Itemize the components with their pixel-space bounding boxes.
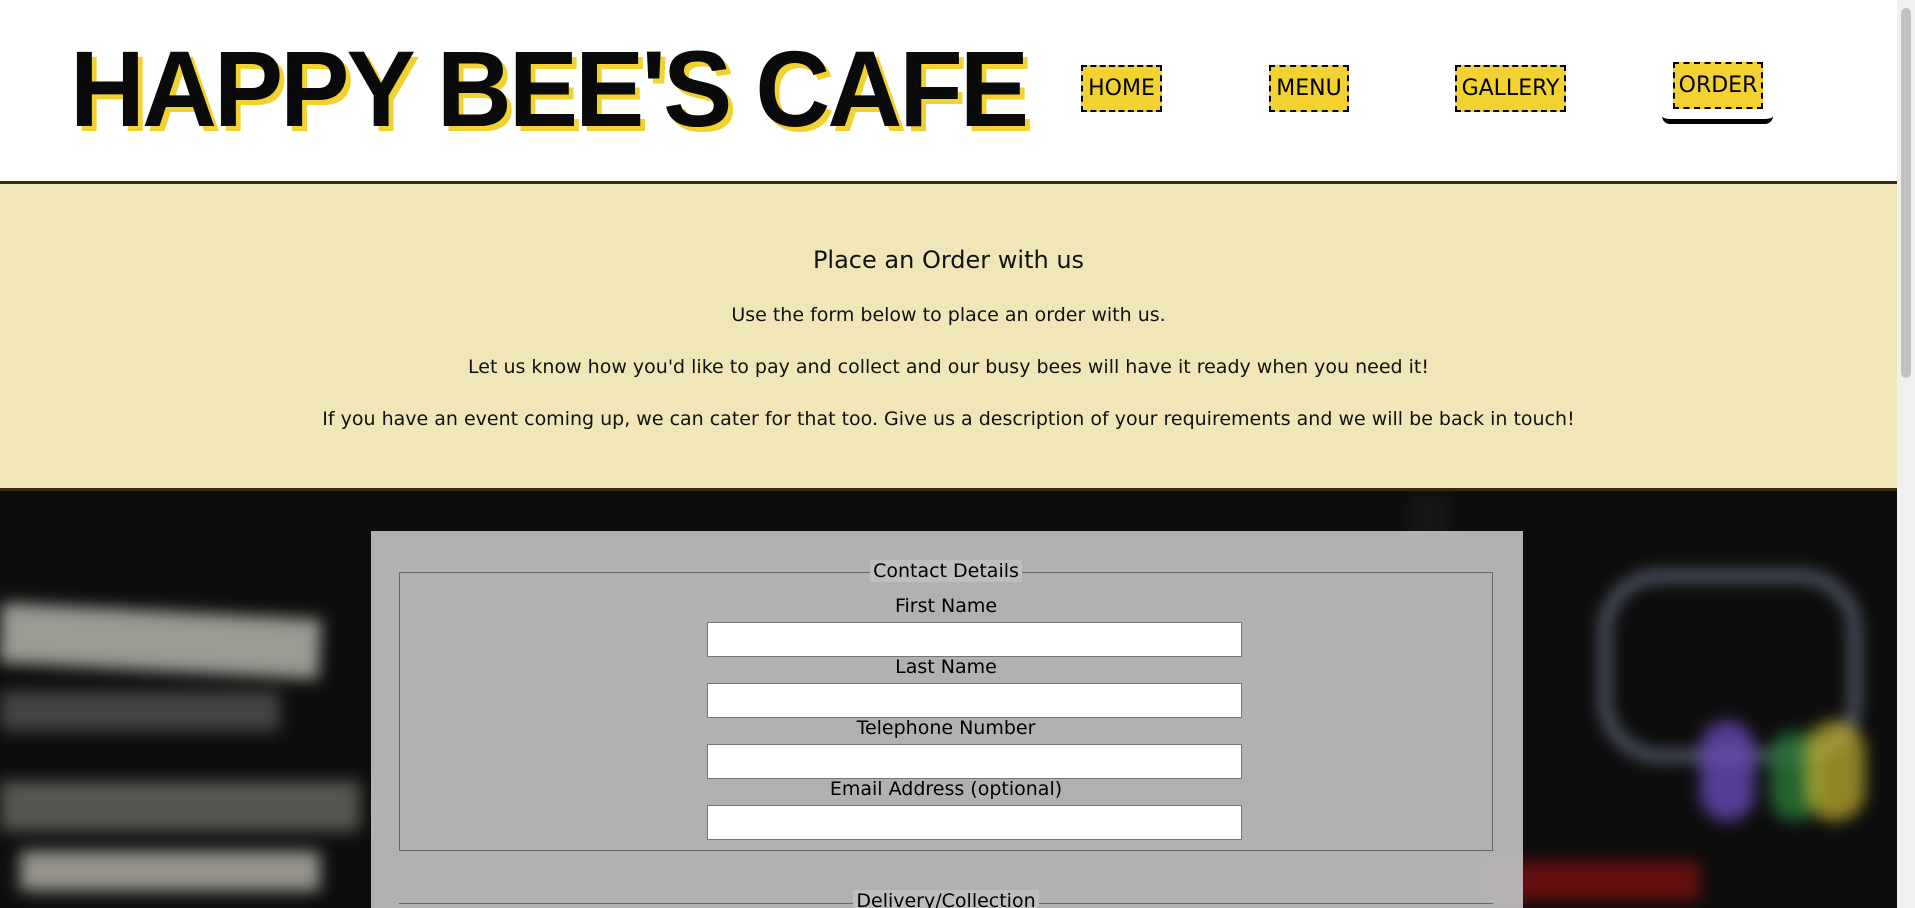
intro-line-2: Let us know how you'd like to pay and co…	[468, 356, 1429, 378]
last-name-label: Last Name	[895, 656, 997, 678]
intro-title: Place an Order with us	[812, 246, 1085, 274]
page-scrollbar[interactable]	[1897, 0, 1915, 908]
first-name-label: First Name	[894, 595, 998, 617]
active-nav-indicator	[1662, 112, 1773, 124]
site-logo[interactable]: HAPPY BEE'S CAFE	[70, 29, 1029, 149]
site-header: HAPPY BEE'S CAFE HOME MENU GALLERY ORDER	[0, 0, 1897, 181]
order-intro-section: Place an Order with us Use the form belo…	[0, 181, 1897, 491]
contact-details-fieldset: Contact Details First Name Last Name Tel…	[399, 560, 1493, 851]
nav-order-button[interactable]: ORDER	[1673, 62, 1763, 109]
email-label: Email Address (optional)	[829, 778, 1063, 800]
contact-details-legend: Contact Details	[400, 560, 1492, 582]
intro-line-1: Use the form below to place an order wit…	[731, 304, 1166, 326]
delivery-collection-legend: Delivery/Collection	[399, 890, 1493, 908]
telephone-label: Telephone Number	[856, 717, 1036, 739]
order-form: Contact Details First Name Last Name Tel…	[371, 531, 1523, 908]
delivery-collection-fieldset: Delivery/Collection	[399, 890, 1493, 908]
intro-line-3: If you have an event coming up, we can c…	[322, 408, 1575, 430]
first-name-input[interactable]	[707, 622, 1242, 657]
nav-home-button[interactable]: HOME	[1081, 65, 1162, 112]
last-name-input[interactable]	[707, 683, 1242, 718]
scrollbar-thumb[interactable]	[1901, 8, 1911, 378]
nav-menu-button[interactable]: MENU	[1269, 65, 1349, 112]
nav-gallery-button[interactable]: GALLERY	[1455, 65, 1566, 112]
email-input[interactable]	[707, 805, 1242, 840]
telephone-input[interactable]	[707, 744, 1242, 779]
